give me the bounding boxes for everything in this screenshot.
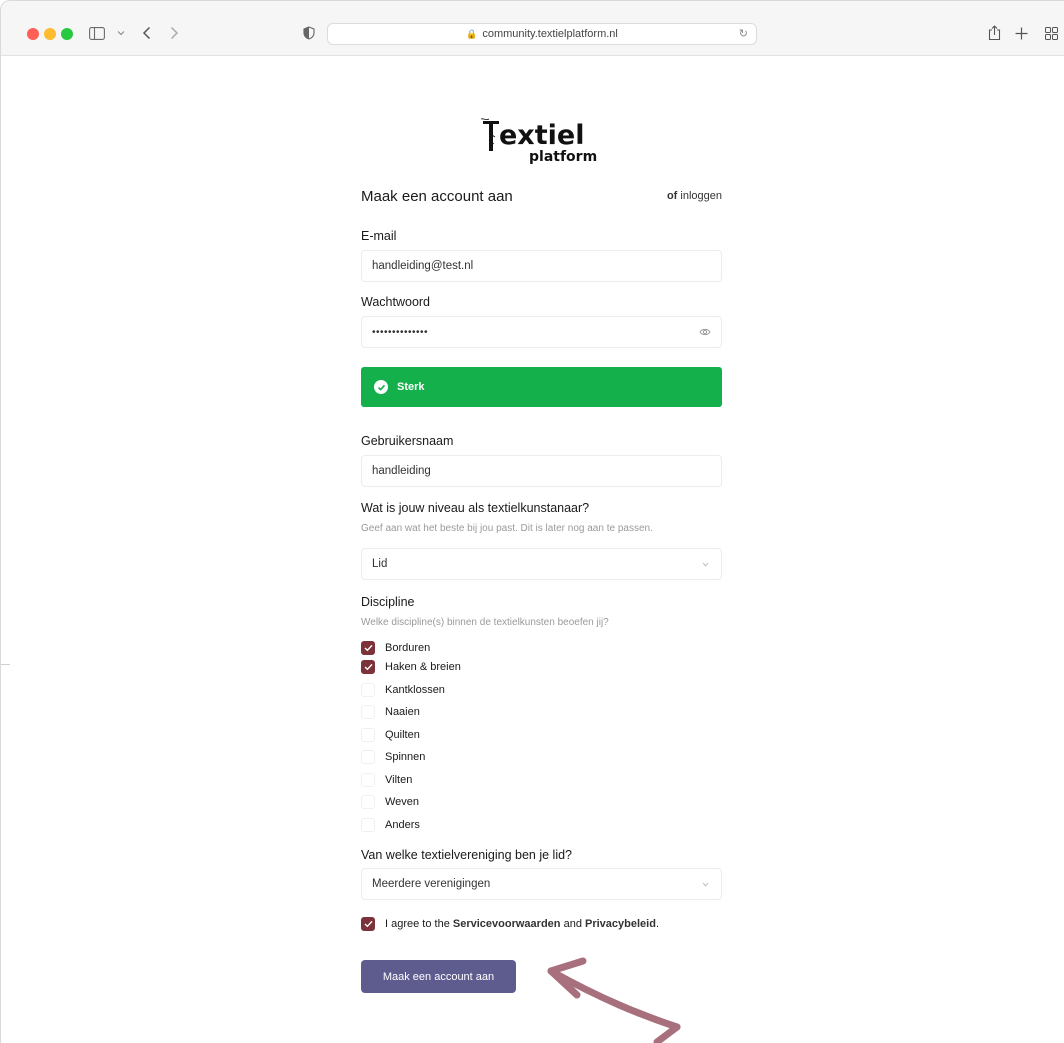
close-window-button[interactable] <box>27 28 39 40</box>
agree-and: and <box>563 918 582 930</box>
discipline-label: Discipline <box>361 595 415 609</box>
option-label: Borduren <box>385 642 431 654</box>
discipline-option-kantklossen[interactable]: Kantklossen <box>361 681 445 699</box>
option-label: Naaien <box>385 706 420 718</box>
minimize-window-button[interactable] <box>44 28 56 40</box>
email-field[interactable]: handleiding@test.nl <box>361 250 722 282</box>
sidebar-icon[interactable] <box>87 23 107 43</box>
password-label: Wachtwoord <box>361 295 431 309</box>
terms-link[interactable]: Servicevoorwaarden <box>453 918 561 930</box>
discipline-option-haken-breien[interactable]: Haken & breien <box>361 658 461 676</box>
terms-checkbox[interactable] <box>361 917 375 931</box>
or-text: of <box>666 190 678 202</box>
checkbox[interactable] <box>361 773 375 787</box>
reload-icon[interactable]: ↻ <box>739 27 748 40</box>
textiel-platform-logo[interactable]: extiel platform <box>471 113 611 173</box>
option-label: Haken & breien <box>385 661 461 673</box>
association-select[interactable]: Meerdere verenigingen <box>361 868 722 900</box>
option-label: Weven <box>385 796 420 808</box>
browser-window: 🔒 community.textielplatform.nl ↻ extiel … <box>0 0 1064 1043</box>
level-value: Lid <box>372 558 388 570</box>
discipline-option-borduren[interactable]: Borduren <box>361 639 430 657</box>
checkbox-checked[interactable] <box>361 641 375 655</box>
level-help: Geef aan wat het beste bij jou past. Dit… <box>361 523 653 534</box>
option-label: Spinnen <box>385 751 426 763</box>
divider <box>1 664 10 665</box>
level-select[interactable]: Lid <box>361 548 722 580</box>
discipline-option-naaien[interactable]: Naaien <box>361 703 420 721</box>
agree-prefix: I agree to the <box>385 918 450 930</box>
email-label: E-mail <box>361 229 397 243</box>
option-label: Quilten <box>385 729 420 741</box>
username-field[interactable]: handleiding <box>361 455 722 487</box>
chevron-down-icon <box>702 879 709 889</box>
checkbox[interactable] <box>361 818 375 832</box>
association-label: Van welke textielvereniging ben je lid? <box>361 848 573 862</box>
checkbox[interactable] <box>361 750 375 764</box>
share-icon[interactable] <box>984 23 1004 43</box>
login-prompt: of inloggen <box>601 190 722 202</box>
discipline-option-vilten[interactable]: Vilten <box>361 771 412 789</box>
lock-icon: 🔒 <box>466 28 478 39</box>
discipline-option-spinnen[interactable]: Spinnen <box>361 748 425 766</box>
show-password-icon[interactable] <box>699 326 711 338</box>
check-circle-icon <box>374 380 388 394</box>
association-value: Meerdere verenigingen <box>372 878 491 890</box>
annotation-arrow-icon <box>547 957 681 1043</box>
terms-agreement[interactable]: I agree to the Servicevoorwaarden and Pr… <box>361 915 659 933</box>
email-value: handleiding@test.nl <box>372 260 474 272</box>
option-label: Vilten <box>385 774 413 786</box>
create-account-label: Maak een account aan <box>382 970 495 983</box>
create-account-button[interactable]: Maak een account aan <box>361 960 516 993</box>
page-title: Maak een account aan <box>361 188 513 205</box>
checkbox[interactable] <box>361 795 375 809</box>
discipline-help: Welke discipline(s) binnen de textielkun… <box>361 617 609 628</box>
new-tab-icon[interactable] <box>1011 23 1031 43</box>
checkbox[interactable] <box>361 728 375 742</box>
username-value: handleiding <box>372 465 431 477</box>
chevron-down-icon[interactable] <box>111 23 131 43</box>
privacy-link[interactable]: Privacybeleid <box>585 918 656 930</box>
discipline-option-anders[interactable]: Anders <box>361 816 420 834</box>
browser-toolbar: 🔒 community.textielplatform.nl ↻ <box>1 1 1064 56</box>
logo-word-platform: platform <box>529 149 597 165</box>
logo-word-textiel: extiel <box>499 120 584 151</box>
zoom-window-button[interactable] <box>61 28 73 40</box>
strength-label: Sterk <box>397 381 425 393</box>
checkbox[interactable] <box>361 683 375 697</box>
login-link[interactable]: inloggen <box>680 190 722 202</box>
agree-suffix: . <box>655 918 659 930</box>
username-label: Gebruikersnaam <box>361 434 454 448</box>
back-icon[interactable] <box>137 23 157 43</box>
password-value: •••••••••••••• <box>372 326 429 338</box>
password-strength-indicator: Sterk <box>361 367 722 407</box>
discipline-option-quilten[interactable]: Quilten <box>361 726 420 744</box>
discipline-option-weven[interactable]: Weven <box>361 793 419 811</box>
shield-icon[interactable] <box>299 23 319 43</box>
address-bar[interactable]: 🔒 community.textielplatform.nl ↻ <box>327 23 757 45</box>
checkbox-checked[interactable] <box>361 660 375 674</box>
forward-icon[interactable] <box>164 23 184 43</box>
password-field[interactable]: •••••••••••••• <box>361 316 722 348</box>
option-label: Kantklossen <box>385 684 445 696</box>
option-label: Anders <box>385 819 420 831</box>
url-text: community.textielplatform.nl <box>482 28 618 40</box>
checkbox[interactable] <box>361 705 375 719</box>
chevron-down-icon <box>702 559 709 569</box>
level-label: Wat is jouw niveau als textielkunstanaar… <box>361 501 590 515</box>
tab-overview-icon[interactable] <box>1041 23 1061 43</box>
